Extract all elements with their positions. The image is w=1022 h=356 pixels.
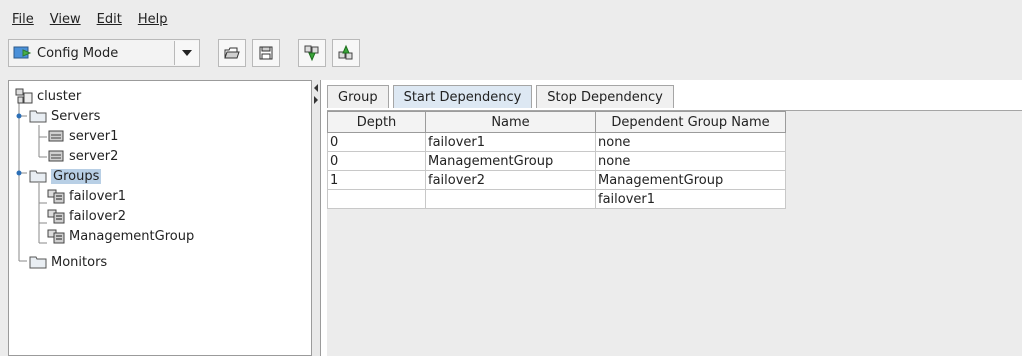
cell-name[interactable]: ManagementGroup xyxy=(425,151,596,171)
folder-icon xyxy=(29,256,47,269)
group-icon xyxy=(47,229,65,244)
tree-node-servers[interactable]: Servers xyxy=(29,107,100,125)
menu-edit[interactable]: Edit xyxy=(93,12,126,27)
tree-node-server[interactable]: server1 xyxy=(47,127,118,145)
cell-name[interactable]: failover2 xyxy=(425,170,596,190)
tree-node-group[interactable]: failover1 xyxy=(47,187,126,205)
upload-icon xyxy=(338,44,353,60)
cell-dependent-group[interactable]: none xyxy=(595,151,786,171)
cell-dependent-group[interactable]: failover1 xyxy=(595,189,786,209)
table-header-row: Depth Name Dependent Group Name xyxy=(327,111,786,133)
tree-node-cluster[interactable]: cluster xyxy=(15,87,81,105)
tree-node-monitors[interactable]: Monitors xyxy=(29,253,107,271)
cell-dependent-group[interactable]: none xyxy=(595,132,786,152)
cell-depth[interactable]: 0 xyxy=(327,132,426,152)
save-icon xyxy=(259,46,273,60)
tab-start-dependency[interactable]: Start Dependency xyxy=(392,85,533,108)
tree-node-group[interactable]: failover2 xyxy=(47,207,126,225)
toolbar: Config Mode xyxy=(8,38,1016,68)
open-button[interactable] xyxy=(218,39,246,67)
menu-view[interactable]: View xyxy=(46,12,85,27)
cell-name[interactable]: failover1 xyxy=(425,132,596,152)
tab-group[interactable]: Group xyxy=(327,85,389,108)
group-icon xyxy=(47,189,65,204)
menu-bar: File View Edit Help xyxy=(8,6,1022,32)
menu-file[interactable]: File xyxy=(8,12,38,27)
mode-switch-icon xyxy=(13,46,32,59)
folder-icon xyxy=(29,110,47,123)
table-row[interactable]: 0 failover1 none xyxy=(327,132,786,152)
table-row[interactable]: failover1 xyxy=(327,189,786,209)
cell-depth[interactable]: 1 xyxy=(327,170,426,190)
cell-name[interactable] xyxy=(425,189,596,209)
menu-help[interactable]: Help xyxy=(134,12,172,27)
save-button[interactable] xyxy=(252,39,280,67)
upload-button[interactable] xyxy=(332,39,360,67)
mode-select-label: Config Mode xyxy=(37,45,119,61)
mode-select[interactable]: Config Mode xyxy=(8,39,200,67)
cell-depth[interactable]: 0 xyxy=(327,151,426,171)
cell-dependent-group[interactable]: ManagementGroup xyxy=(595,170,786,190)
cluster-icon xyxy=(15,88,33,104)
column-header-name[interactable]: Name xyxy=(425,111,596,133)
pane-splitter[interactable] xyxy=(312,80,320,356)
cluster-tree[interactable]: cluster Servers server1 server2 Groups f… xyxy=(8,80,312,356)
server-icon xyxy=(48,150,64,162)
column-header-dependent-group-name[interactable]: Dependent Group Name xyxy=(595,111,786,133)
download-icon xyxy=(304,45,319,62)
dependency-table-container: Depth Name Dependent Group Name 0 failov… xyxy=(327,110,1022,356)
open-folder-icon xyxy=(224,47,240,59)
tree-node-group[interactable]: ManagementGroup xyxy=(47,227,194,245)
tab-bar: Group Start Dependency Stop Dependency xyxy=(327,85,1022,108)
table-row[interactable]: 1 failover2 ManagementGroup xyxy=(327,170,786,190)
dependency-table: Depth Name Dependent Group Name 0 failov… xyxy=(327,111,786,209)
workspace: cluster Servers server1 server2 Groups f… xyxy=(8,80,1022,356)
tab-stop-dependency[interactable]: Stop Dependency xyxy=(536,85,674,108)
download-button[interactable] xyxy=(298,39,326,67)
cell-depth[interactable] xyxy=(327,189,426,209)
chevron-down-icon[interactable] xyxy=(174,41,199,65)
folder-icon xyxy=(29,170,47,183)
group-icon xyxy=(47,209,65,224)
splitter-arrows-icon xyxy=(314,84,318,104)
server-icon xyxy=(48,130,64,142)
table-row[interactable]: 0 ManagementGroup none xyxy=(327,151,786,171)
tree-node-groups[interactable]: Groups xyxy=(29,167,102,185)
tree-node-server[interactable]: server2 xyxy=(47,147,118,165)
detail-pane: Group Start Dependency Stop Dependency D… xyxy=(320,80,1022,356)
column-header-depth[interactable]: Depth xyxy=(327,111,426,133)
